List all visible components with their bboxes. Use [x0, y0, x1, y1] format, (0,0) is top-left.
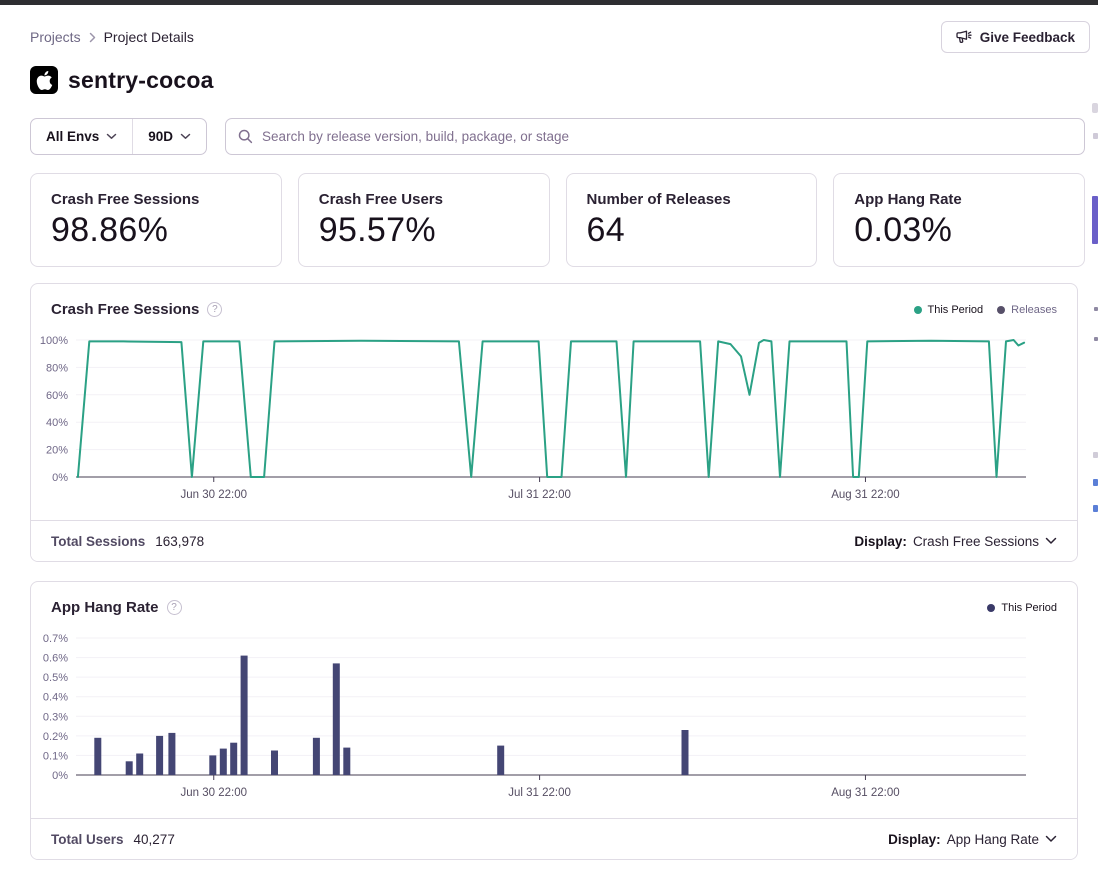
chevron-down-icon [180, 133, 191, 140]
crash-free-sessions-chart-card: Crash Free Sessions ? This Period Release… [30, 283, 1078, 562]
chevron-down-icon [1045, 835, 1057, 843]
cutoff-element-fragment [1093, 452, 1098, 458]
chevron-down-icon [106, 133, 117, 140]
help-circle-icon[interactable]: ? [167, 600, 182, 615]
app-hang-rate-chart-card: App Hang Rate ? This Period 0% 0.1% 0.2% 0.… [30, 581, 1078, 860]
environment-filter-label: All Envs [46, 129, 99, 144]
svg-text:0.2%: 0.2% [43, 731, 68, 743]
legend-item[interactable]: This Period [914, 304, 984, 316]
svg-text:0.1%: 0.1% [43, 750, 68, 762]
total-sessions-label: Total Sessions [51, 534, 145, 549]
svg-text:0.5%: 0.5% [43, 672, 68, 684]
chart-title: Crash Free Sessions [51, 301, 199, 318]
chart-legend: This Period Releases [914, 304, 1058, 316]
breadcrumb-chevron-right-icon [89, 32, 96, 43]
svg-text:100%: 100% [40, 335, 68, 347]
filter-row: All Envs 90D [30, 118, 1085, 155]
chart-header: App Hang Rate ? This Period [31, 582, 1077, 620]
release-search-input[interactable] [262, 129, 1072, 144]
title-row: sentry-cocoa [30, 63, 1085, 97]
legend-dot-icon [914, 306, 922, 314]
stat-label: Crash Free Sessions [51, 191, 261, 208]
breadcrumb-projects-link[interactable]: Projects [30, 29, 81, 45]
svg-text:Jul 31 22:00: Jul 31 22:00 [508, 489, 571, 501]
stat-label: Crash Free Users [319, 191, 529, 208]
breadcrumb: Projects Project Details [30, 29, 194, 45]
legend-item[interactable]: This Period [987, 602, 1057, 614]
cutoff-element-fragment [1094, 337, 1098, 341]
give-feedback-label: Give Feedback [980, 30, 1075, 45]
stat-label: App Hang Rate [854, 191, 1064, 208]
give-feedback-button[interactable]: Give Feedback [941, 21, 1090, 53]
display-selector[interactable]: Display: App Hang Rate [888, 832, 1057, 847]
stat-value: 0.03% [854, 211, 1064, 250]
total-users-label: Total Users [51, 832, 124, 847]
svg-text:0.6%: 0.6% [43, 653, 68, 665]
chart-footer: Total Sessions 163,978 Display: Crash Fr… [31, 520, 1077, 561]
crash-free-sessions-line-chart[interactable]: 0% 20% 40% 60% 80% 100% Jun 30 22:00 Jul 31 22:… [31, 322, 1077, 520]
svg-text:80%: 80% [46, 362, 68, 374]
svg-text:40%: 40% [46, 417, 68, 429]
chart-footer: Total Users 40,277 Display: App Hang Rat… [31, 818, 1077, 859]
legend-item[interactable]: Releases [997, 304, 1057, 316]
display-selector[interactable]: Display: Crash Free Sessions [854, 534, 1057, 549]
cutoff-element-fragment [1093, 133, 1098, 139]
display-value: Crash Free Sessions [913, 534, 1039, 549]
date-range-filter-label: 90D [148, 129, 173, 144]
stat-value: 95.57% [319, 211, 529, 250]
display-value: App Hang Rate [947, 832, 1039, 847]
legend-label: This Period [1001, 602, 1057, 614]
page-title: sentry-cocoa [68, 67, 214, 94]
display-label: Display: [888, 832, 941, 847]
stat-value: 64 [587, 211, 797, 250]
svg-text:60%: 60% [46, 390, 68, 402]
svg-text:Jul 31 22:00: Jul 31 22:00 [508, 787, 571, 799]
chart-title: App Hang Rate [51, 599, 159, 616]
cutoff-element-fragment [1093, 505, 1098, 512]
stat-card-crash-free-sessions: Crash Free Sessions 98.86% [30, 173, 282, 267]
display-label: Display: [854, 534, 907, 549]
cutoff-element-fragment [1092, 103, 1098, 113]
release-search-box [225, 118, 1085, 155]
search-icon [238, 129, 253, 144]
project-details-page: Projects Project Details Give Feedback s… [30, 5, 1085, 860]
svg-text:Jun 30 22:00: Jun 30 22:00 [180, 787, 247, 799]
cutoff-element-fragment [1093, 479, 1098, 486]
chevron-down-icon [1045, 537, 1057, 545]
stat-label: Number of Releases [587, 191, 797, 208]
svg-text:20%: 20% [46, 445, 68, 457]
svg-text:Aug 31 22:00: Aug 31 22:00 [831, 489, 899, 501]
legend-label: Releases [1011, 304, 1057, 316]
environment-filter-button[interactable]: All Envs [31, 119, 132, 154]
help-circle-icon[interactable]: ? [207, 302, 222, 317]
header-row: Projects Project Details Give Feedback [30, 21, 1085, 53]
stat-value: 98.86% [51, 211, 261, 250]
svg-text:0%: 0% [52, 472, 68, 484]
svg-text:0.4%: 0.4% [43, 692, 68, 704]
cutoff-element-fragment [1094, 307, 1098, 311]
filter-button-group: All Envs 90D [30, 118, 207, 155]
chart-header: Crash Free Sessions ? This Period Release… [31, 284, 1077, 322]
stat-card-crash-free-users: Crash Free Users 95.57% [298, 173, 550, 267]
svg-text:0%: 0% [52, 770, 68, 782]
app-hang-rate-bar-chart[interactable]: 0% 0.1% 0.2% 0.3% 0.4% 0.5% 0.6% 0.7% Jun 30 22:… [31, 620, 1077, 818]
legend-label: This Period [928, 304, 984, 316]
megaphone-icon [956, 30, 972, 44]
total-sessions-value: 163,978 [155, 534, 204, 549]
svg-text:0.7%: 0.7% [43, 633, 68, 645]
breadcrumb-current: Project Details [104, 29, 194, 45]
svg-text:Aug 31 22:00: Aug 31 22:00 [831, 787, 899, 799]
legend-dot-icon [997, 306, 1005, 314]
stats-row: Crash Free Sessions 98.86% Crash Free Us… [30, 173, 1085, 267]
stat-card-app-hang-rate: App Hang Rate 0.03% [833, 173, 1085, 267]
apple-platform-icon [30, 66, 58, 94]
cutoff-element-fragment [1092, 196, 1098, 244]
total-users-value: 40,277 [134, 832, 175, 847]
stat-card-number-of-releases: Number of Releases 64 [566, 173, 818, 267]
date-range-filter-button[interactable]: 90D [133, 119, 206, 154]
legend-dot-icon [987, 604, 995, 612]
svg-text:0.3%: 0.3% [43, 711, 68, 723]
chart-legend: This Period [987, 602, 1057, 614]
svg-text:Jun 30 22:00: Jun 30 22:00 [180, 489, 247, 501]
